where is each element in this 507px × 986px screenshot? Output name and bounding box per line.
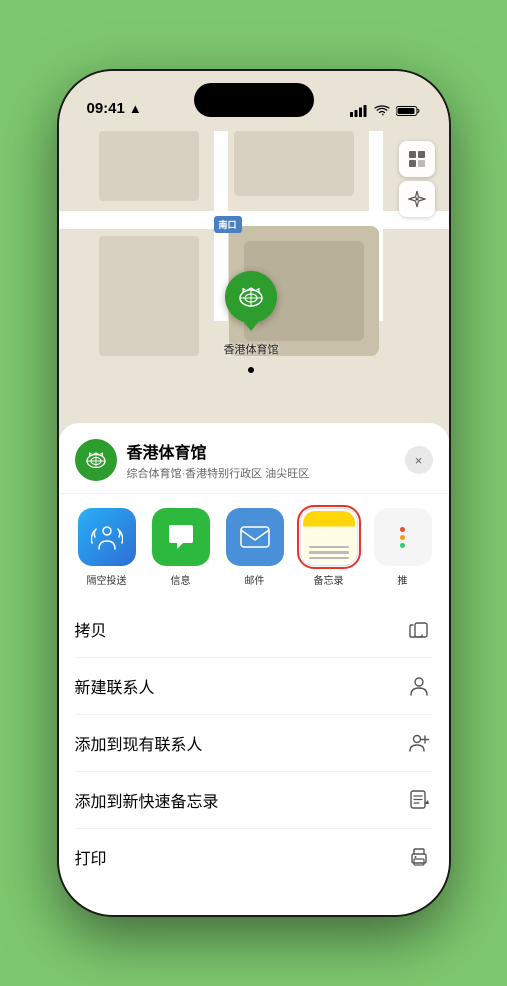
signal-icon <box>350 105 368 117</box>
action-print-label: 打印 <box>75 845 107 869</box>
pin-bubble <box>225 271 277 323</box>
notes-icon-content <box>303 511 355 563</box>
location-name: 香港体育馆 <box>127 439 395 463</box>
notes-icon <box>300 508 358 566</box>
print-symbol-icon <box>408 846 430 868</box>
map-block <box>99 236 199 356</box>
battery-icon <box>396 105 421 117</box>
mail-label: 邮件 <box>245 572 265 587</box>
print-icon <box>405 843 433 871</box>
message-icon <box>152 508 210 566</box>
share-item-message[interactable]: 信息 <box>149 508 213 587</box>
mail-symbol-icon <box>239 523 271 551</box>
map-block <box>234 131 354 196</box>
notes-line <box>309 557 349 560</box>
phone-screen: 09:41 ▲ <box>59 71 449 915</box>
close-button[interactable]: × <box>405 446 433 474</box>
action-new-contact-label: 新建联系人 <box>75 674 155 698</box>
person-add-symbol-icon <box>408 732 430 754</box>
pin-dot <box>248 367 254 373</box>
share-item-mail[interactable]: 邮件 <box>223 508 287 587</box>
more-dot-red <box>400 527 405 532</box>
action-add-existing-contact[interactable]: 添加到现有联系人 <box>75 715 433 772</box>
stadium-pin: 香港体育馆 <box>224 271 279 357</box>
message-label: 信息 <box>171 572 191 587</box>
action-list: 拷贝 新建联系人 <box>59 601 449 885</box>
airdrop-icon <box>78 508 136 566</box>
note-symbol-icon <box>408 789 430 811</box>
location-arrow-icon: ▲ <box>129 101 142 116</box>
person-symbol-icon <box>408 675 430 697</box>
copy-symbol-icon <box>408 618 430 640</box>
airdrop-symbol-icon <box>91 521 123 553</box>
action-new-contact[interactable]: 新建联系人 <box>75 658 433 715</box>
share-row: 隔空投送 信息 <box>59 494 449 601</box>
location-button[interactable] <box>399 181 435 217</box>
action-add-existing-label: 添加到现有联系人 <box>75 731 203 755</box>
wifi-icon <box>374 105 390 117</box>
map-controls <box>399 141 435 217</box>
more-dots <box>400 527 405 548</box>
action-print[interactable]: 打印 <box>75 829 433 885</box>
stadium-pin-icon <box>236 282 266 312</box>
airdrop-label: 隔空投送 <box>87 572 127 587</box>
action-copy-label: 拷贝 <box>75 617 107 641</box>
status-icons <box>350 105 421 117</box>
bottom-sheet: 香港体育馆 综合体育馆·香港特别行政区 油尖旺区 × <box>59 423 449 915</box>
more-icon <box>374 508 432 566</box>
venue-icon <box>84 448 108 472</box>
mail-icon <box>226 508 284 566</box>
action-add-quick-note[interactable]: 添加到新快速备忘录 <box>75 772 433 829</box>
more-dot-orange <box>400 535 405 540</box>
location-venue-icon <box>75 439 117 481</box>
status-time: 09:41 <box>87 100 125 117</box>
compass-icon <box>408 190 426 208</box>
new-contact-icon <box>405 672 433 700</box>
map-type-button[interactable] <box>399 141 435 177</box>
more-label: 推 <box>398 572 408 587</box>
add-contact-icon <box>405 729 433 757</box>
location-subtitle: 综合体育馆·香港特别行政区 油尖旺区 <box>127 465 395 481</box>
pin-label: 香港体育馆 <box>224 341 279 357</box>
location-info: 香港体育馆 综合体育馆·香港特别行政区 油尖旺区 <box>127 439 395 481</box>
more-dot-green <box>400 543 405 548</box>
phone-frame: 09:41 ▲ <box>59 71 449 915</box>
quick-note-icon <box>405 786 433 814</box>
share-item-more[interactable]: 推 <box>371 508 435 587</box>
map-south-label: 南口 <box>214 216 242 233</box>
share-item-airdrop[interactable]: 隔空投送 <box>75 508 139 587</box>
dynamic-island <box>194 83 314 117</box>
copy-icon <box>405 615 433 643</box>
action-copy[interactable]: 拷贝 <box>75 601 433 658</box>
share-item-notes[interactable]: 备忘录 <box>297 508 361 587</box>
notes-line <box>309 551 349 554</box>
map-block <box>99 131 199 201</box>
map-type-icon <box>407 149 427 169</box>
notes-line <box>309 546 349 549</box>
notes-label: 备忘录 <box>314 572 344 587</box>
action-quick-note-label: 添加到新快速备忘录 <box>75 788 219 812</box>
location-header: 香港体育馆 综合体育馆·香港特别行政区 油尖旺区 × <box>59 423 449 494</box>
message-symbol-icon <box>165 521 197 553</box>
